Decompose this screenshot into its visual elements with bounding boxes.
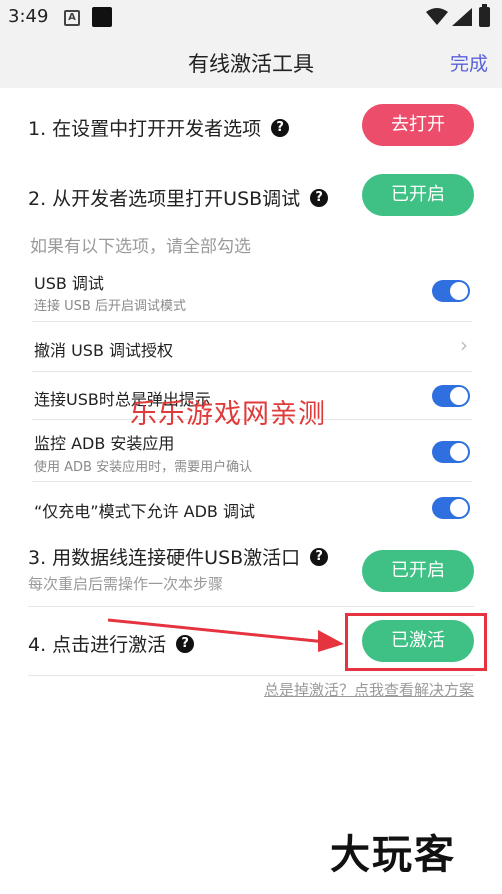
signal-icon: [452, 8, 472, 26]
option-subtitle: 使用 ADB 安装应用时，需要用户确认: [34, 460, 253, 475]
step-2-label: 2. 从开发者选项里打开USB调试: [28, 188, 301, 210]
options-hint: 如果有以下选项，请全部勾选: [30, 237, 251, 257]
step-3-label: 3. 用数据线连接硬件USB激活口: [28, 547, 301, 569]
option-title: 撤消 USB 调试授权: [34, 341, 174, 360]
status-bar: 3:49 A: [0, 0, 502, 36]
step-4: 4. 点击进行激活 ?: [28, 630, 195, 657]
troubleshoot-link[interactable]: 总是掉激活？点我查看解决方案: [264, 679, 474, 700]
option-title: “仅充电”模式下允许 ADB 调试: [34, 502, 255, 521]
step-2: 2. 从开发者选项里打开USB调试 ?: [28, 184, 329, 211]
charge-only-adb-toggle[interactable]: [432, 497, 470, 519]
notification-icon: [92, 7, 112, 27]
battery-icon: [479, 4, 490, 27]
step-3-subtitle: 每次重启后需操作一次本步骤: [28, 575, 224, 593]
step-4-label: 4. 点击进行激活: [28, 634, 167, 656]
option-revoke-auth[interactable]: 撤消 USB 调试授权 ›: [32, 322, 472, 372]
watermark-text: 乐乐游戏网亲测: [130, 399, 326, 430]
brand-logo: 大玩客: [330, 832, 456, 878]
divider: [28, 675, 474, 676]
option-usb-debug[interactable]: USB 调试 连接 USB 后开启调试模式: [32, 262, 472, 322]
divider: [28, 606, 474, 607]
option-title: 监控 ADB 安装应用: [34, 434, 175, 453]
usb-connect-status-button[interactable]: 已开启: [362, 550, 474, 592]
step-3: 3. 用数据线连接硬件USB激活口 ?: [28, 543, 329, 570]
usb-debug-status-button[interactable]: 已开启: [362, 174, 474, 216]
status-time: 3:49: [8, 6, 49, 27]
help-icon[interactable]: ?: [271, 118, 290, 137]
option-charge-only-adb[interactable]: “仅充电”模式下允许 ADB 调试: [32, 482, 472, 534]
page-title: 有线激活工具: [188, 52, 314, 76]
font-a-icon: A: [64, 10, 80, 26]
usb-debug-toggle[interactable]: [432, 280, 470, 302]
done-button[interactable]: 完成: [450, 49, 488, 76]
title-bar: 有线激活工具 完成: [0, 36, 502, 88]
option-title: USB 调试: [34, 274, 104, 293]
open-settings-button[interactable]: 去打开: [362, 104, 474, 146]
step-1-label: 1. 在设置中打开开发者选项: [28, 118, 262, 140]
help-icon[interactable]: ?: [176, 634, 195, 653]
chevron-right-icon: ›: [460, 333, 468, 357]
usb-prompt-toggle[interactable]: [432, 385, 470, 407]
highlight-box: [345, 613, 487, 671]
help-icon[interactable]: ?: [310, 547, 329, 566]
wifi-icon: [426, 8, 448, 25]
adb-install-toggle[interactable]: [432, 441, 470, 463]
step-1: 1. 在设置中打开开发者选项 ?: [28, 114, 290, 141]
help-icon[interactable]: ?: [310, 188, 329, 207]
option-subtitle: 连接 USB 后开启调试模式: [34, 299, 186, 314]
